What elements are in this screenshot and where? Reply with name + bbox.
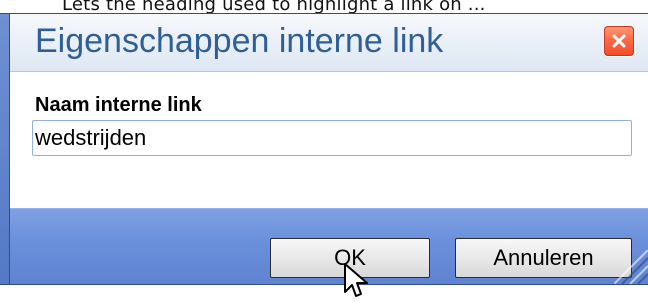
link-name-input[interactable] xyxy=(32,120,632,156)
cancel-button[interactable]: Annuleren xyxy=(455,238,632,278)
resize-grip-icon[interactable] xyxy=(613,249,648,285)
dialog-titlebar[interactable]: Eigenschappen interne link xyxy=(10,14,648,72)
background-partial-text: Lets the heading used to highlight a lin… xyxy=(62,0,486,15)
link-name-label: Naam interne link xyxy=(35,94,202,116)
close-button[interactable] xyxy=(604,26,634,56)
dialog-title: Eigenschappen interne link xyxy=(35,22,444,60)
mouse-cursor-icon xyxy=(343,262,371,298)
dialog-content: Naam interne link xyxy=(10,72,648,218)
dialog-left-border xyxy=(0,14,10,284)
internal-link-properties-dialog: Eigenschappen interne link Naam interne … xyxy=(0,14,648,297)
